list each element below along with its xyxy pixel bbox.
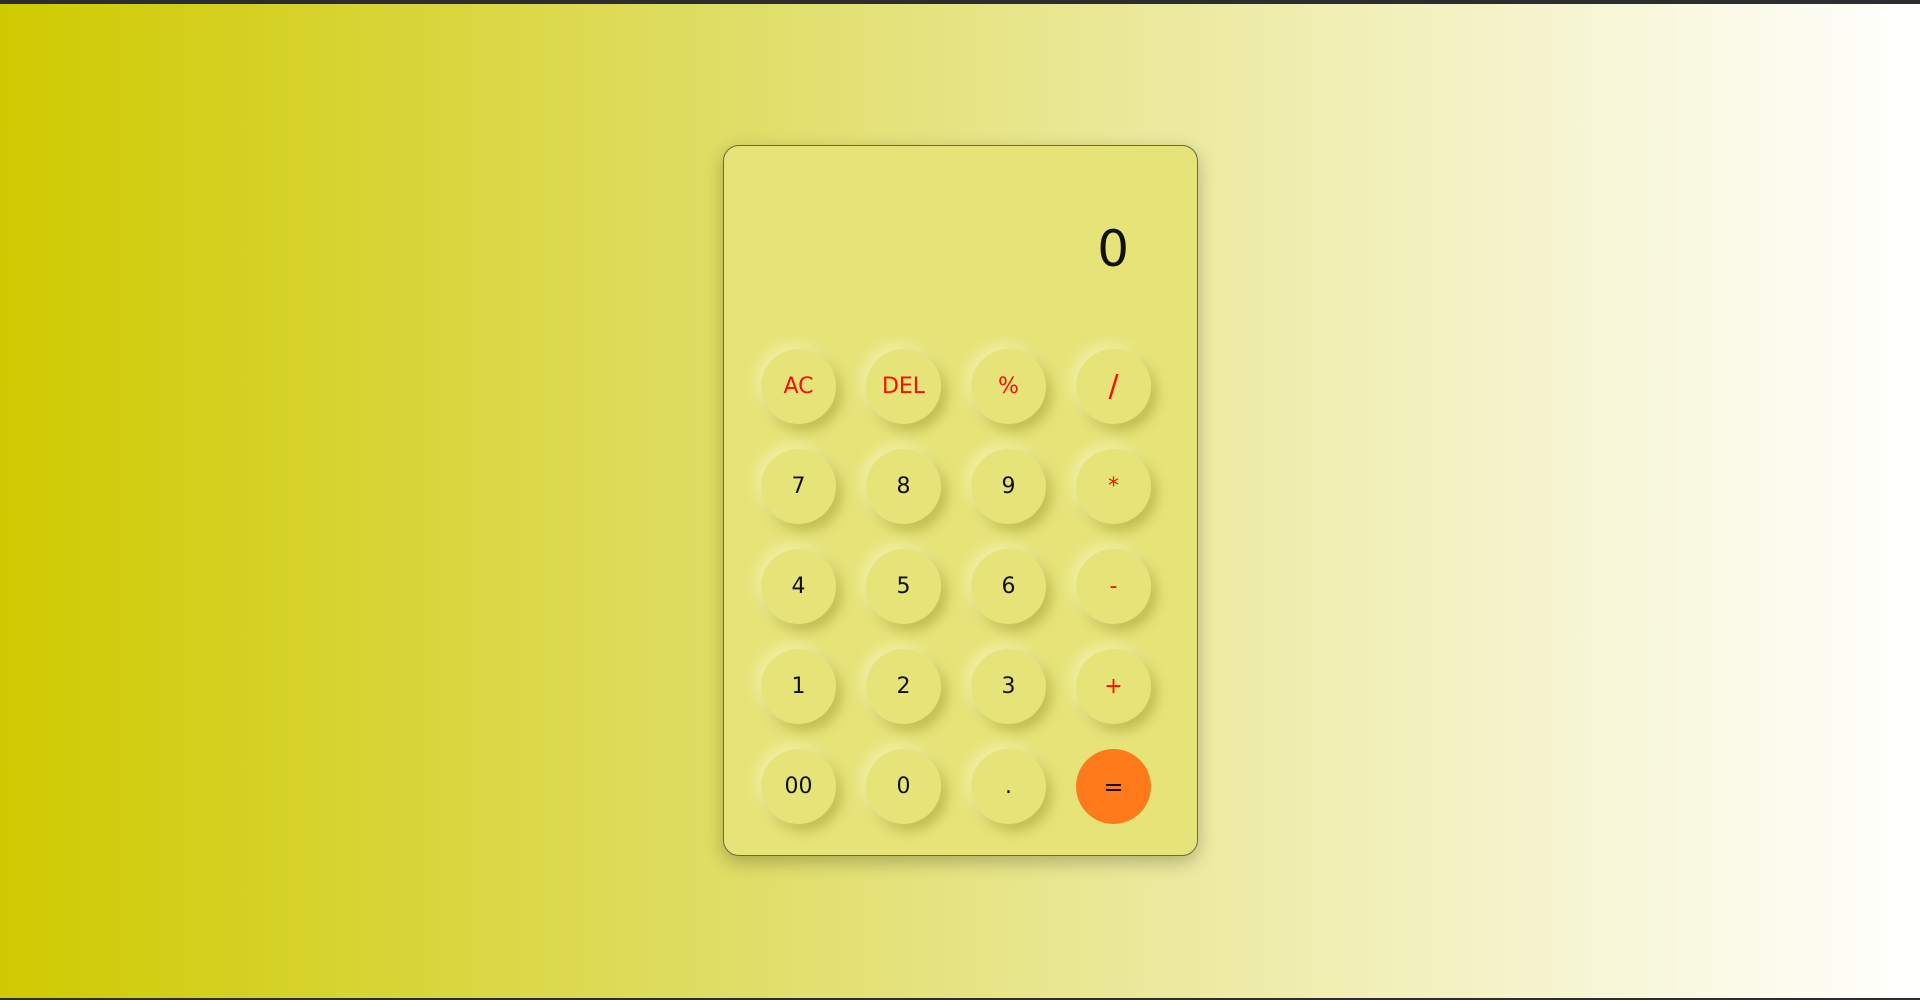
digit-1-button[interactable]: 1 [761, 649, 836, 724]
digit-7-button[interactable]: 7 [761, 449, 836, 524]
digit-5-button[interactable]: 5 [866, 549, 941, 624]
calculator: 0 AC DEL % / 7 8 9 * 4 5 6 - 1 2 3 + 00 … [723, 145, 1198, 856]
divide-button[interactable]: / [1076, 349, 1151, 424]
add-button[interactable]: + [1076, 649, 1151, 724]
double-zero-button[interactable]: 00 [761, 749, 836, 824]
digit-2-button[interactable]: 2 [866, 649, 941, 724]
calculator-display: 0 [1097, 220, 1129, 278]
digit-6-button[interactable]: 6 [971, 549, 1046, 624]
decimal-point-button[interactable]: . [971, 749, 1046, 824]
digit-0-button[interactable]: 0 [866, 749, 941, 824]
subtract-button[interactable]: - [1076, 549, 1151, 624]
all-clear-button[interactable]: AC [761, 349, 836, 424]
keypad: AC DEL % / 7 8 9 * 4 5 6 - 1 2 3 + 00 0 … [761, 349, 1151, 824]
digit-4-button[interactable]: 4 [761, 549, 836, 624]
page-background: 0 AC DEL % / 7 8 9 * 4 5 6 - 1 2 3 + 00 … [0, 4, 1920, 998]
digit-8-button[interactable]: 8 [866, 449, 941, 524]
delete-button[interactable]: DEL [866, 349, 941, 424]
equals-button[interactable]: = [1076, 749, 1151, 824]
percent-button[interactable]: % [971, 349, 1046, 424]
digit-3-button[interactable]: 3 [971, 649, 1046, 724]
digit-9-button[interactable]: 9 [971, 449, 1046, 524]
multiply-button[interactable]: * [1076, 449, 1151, 524]
